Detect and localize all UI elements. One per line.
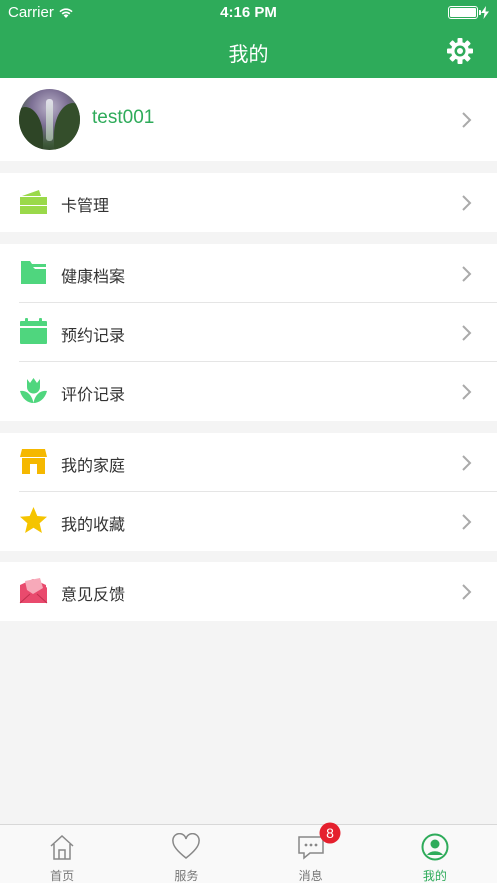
menu-item-my-family[interactable]: 我的家庭 — [0, 433, 497, 492]
tab-home[interactable]: 首页 — [0, 825, 124, 883]
menu-item-label: 卡管理 — [61, 196, 110, 215]
clock: 4:16 PM — [220, 4, 277, 21]
status-bar: Carrier 4:16 PM — [0, 0, 497, 26]
menu-item-label: 预约记录 — [61, 326, 126, 345]
chevron-right-icon — [462, 455, 472, 471]
tab-services[interactable]: 服务 — [124, 825, 248, 883]
folder-icon — [21, 261, 46, 284]
menu-item-label: 我的收藏 — [61, 515, 126, 534]
tab-label: 消息 — [298, 869, 323, 883]
menu-group-cards: 卡管理 — [0, 173, 497, 232]
chevron-right-icon — [462, 325, 472, 341]
home-icon — [50, 834, 74, 860]
star-icon — [20, 507, 47, 533]
chevron-right-icon — [462, 584, 472, 600]
menu-group-family: 我的家庭 我的收藏 — [0, 433, 497, 551]
settings-gear-icon[interactable] — [445, 36, 475, 66]
house-icon — [20, 449, 47, 474]
user-icon — [421, 833, 449, 861]
username: test001 — [92, 107, 155, 128]
unread-badge: 8 — [319, 822, 341, 844]
tab-label: 服务 — [174, 869, 199, 883]
menu-item-my-favorites[interactable]: 我的收藏 — [0, 492, 497, 551]
menu-item-health-record[interactable]: 健康档案 — [0, 244, 497, 303]
battery-indicator — [448, 6, 489, 19]
battery-icon — [448, 6, 481, 19]
profile-row[interactable]: test001 — [0, 78, 497, 161]
chevron-right-icon — [462, 195, 472, 211]
tab-bar: 首页 服务 消息 我的 8 — [0, 822, 497, 883]
tab-messages[interactable]: 消息 — [249, 825, 373, 883]
tab-label: 首页 — [50, 869, 75, 883]
badge-count: 8 — [326, 825, 334, 841]
menu-group-health: 健康档案 预约记录 评价记录 — [0, 244, 497, 421]
menu-item-label: 我的家庭 — [61, 456, 126, 475]
chevron-right-icon — [462, 266, 472, 282]
chevron-right-icon — [462, 112, 472, 128]
menu-item-card-management[interactable]: 卡管理 — [0, 173, 497, 232]
avatar — [19, 89, 80, 150]
menu-item-label: 评价记录 — [61, 385, 126, 404]
page-title: 我的 — [228, 42, 269, 66]
tab-mine[interactable]: 我的 — [373, 825, 497, 883]
charging-icon — [481, 6, 489, 19]
calendar-icon — [20, 318, 47, 344]
tulip-icon — [20, 378, 47, 403]
card-icon — [20, 190, 47, 214]
menu-item-appointment-record[interactable]: 预约记录 — [0, 303, 497, 362]
tab-label: 我的 — [422, 869, 447, 883]
menu-item-review-record[interactable]: 评价记录 — [0, 362, 497, 421]
chevron-right-icon — [462, 384, 472, 400]
menu-item-label: 意见反馈 — [61, 585, 126, 604]
menu-item-feedback[interactable]: 意见反馈 — [0, 562, 497, 621]
menu-item-label: 健康档案 — [61, 267, 126, 286]
menu-group-feedback: 意见反馈 — [0, 562, 497, 621]
heart-icon — [172, 833, 201, 859]
chevron-right-icon — [462, 514, 472, 530]
envelope-icon — [19, 578, 48, 604]
nav-bar: 我的 — [0, 26, 497, 78]
